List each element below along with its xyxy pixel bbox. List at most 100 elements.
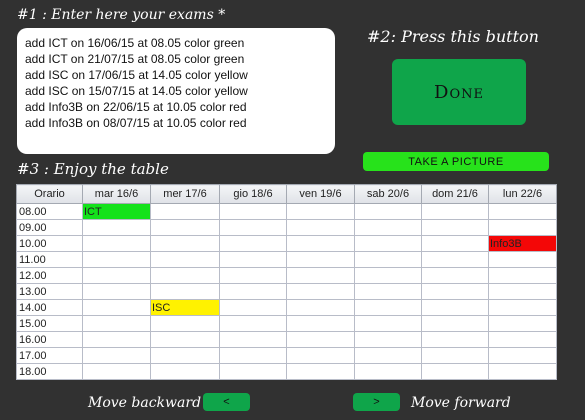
table-cell[interactable] [286, 283, 355, 300]
time-cell[interactable]: 08.00 [16, 203, 83, 220]
table-cell[interactable] [150, 363, 220, 380]
table-cell[interactable] [150, 267, 220, 284]
table-cell[interactable] [488, 363, 557, 380]
time-cell[interactable]: 17.00 [16, 347, 83, 364]
table-cell[interactable] [421, 251, 489, 268]
table-cell[interactable] [150, 219, 220, 236]
table-cell[interactable] [219, 299, 287, 316]
column-header-day[interactable]: sab 20/6 [354, 184, 422, 204]
table-cell[interactable] [219, 315, 287, 332]
done-button[interactable]: Done [392, 59, 526, 125]
table-cell[interactable] [421, 219, 489, 236]
table-cell[interactable] [286, 235, 355, 252]
table-cell[interactable] [488, 331, 557, 348]
table-cell[interactable] [354, 203, 422, 220]
table-cell[interactable] [354, 235, 422, 252]
table-cell[interactable] [488, 283, 557, 300]
exam-input[interactable]: add ICT on 16/06/15 at 08.05 color green… [17, 28, 335, 154]
table-cell[interactable] [219, 347, 287, 364]
table-cell[interactable] [488, 203, 557, 220]
column-header-time[interactable]: Orario [16, 184, 83, 204]
time-cell[interactable]: 15.00 [16, 315, 83, 332]
table-cell[interactable] [354, 363, 422, 380]
exam-event-cell[interactable]: ISC [150, 299, 220, 316]
table-cell[interactable] [150, 331, 220, 348]
table-cell[interactable] [286, 267, 355, 284]
table-cell[interactable] [354, 347, 422, 364]
time-cell[interactable]: 18.00 [16, 363, 83, 380]
table-cell[interactable] [150, 203, 220, 220]
table-cell[interactable] [421, 331, 489, 348]
table-cell[interactable] [286, 251, 355, 268]
table-cell[interactable] [219, 267, 287, 284]
time-cell[interactable]: 13.00 [16, 283, 83, 300]
table-cell[interactable] [488, 299, 557, 316]
table-cell[interactable] [286, 203, 355, 220]
column-header-day[interactable]: ven 19/6 [286, 184, 355, 204]
table-cell[interactable] [82, 331, 151, 348]
time-cell[interactable]: 11.00 [16, 251, 83, 268]
column-header-day[interactable]: gio 18/6 [219, 184, 287, 204]
table-cell[interactable] [354, 267, 422, 284]
table-cell[interactable] [286, 363, 355, 380]
table-cell[interactable] [150, 347, 220, 364]
table-cell[interactable] [354, 299, 422, 316]
time-cell[interactable]: 16.00 [16, 331, 83, 348]
column-header-day[interactable]: dom 21/6 [421, 184, 489, 204]
time-cell[interactable]: 09.00 [16, 219, 83, 236]
table-cell[interactable] [286, 347, 355, 364]
table-cell[interactable] [421, 267, 489, 284]
table-cell[interactable] [82, 219, 151, 236]
table-cell[interactable] [82, 283, 151, 300]
table-cell[interactable] [286, 331, 355, 348]
table-cell[interactable] [421, 299, 489, 316]
table-cell[interactable] [82, 299, 151, 316]
table-cell[interactable] [219, 203, 287, 220]
table-cell[interactable] [421, 363, 489, 380]
table-cell[interactable] [488, 219, 557, 236]
table-cell[interactable] [488, 251, 557, 268]
time-cell[interactable]: 10.00 [16, 235, 83, 252]
column-header-day[interactable]: mer 17/6 [150, 184, 220, 204]
table-cell[interactable] [219, 363, 287, 380]
table-cell[interactable] [286, 299, 355, 316]
column-header-day[interactable]: lun 22/6 [488, 184, 557, 204]
table-cell[interactable] [488, 267, 557, 284]
table-cell[interactable] [82, 315, 151, 332]
table-cell[interactable] [421, 283, 489, 300]
table-cell[interactable] [488, 315, 557, 332]
table-cell[interactable] [354, 251, 422, 268]
table-cell[interactable] [219, 283, 287, 300]
table-cell[interactable] [219, 331, 287, 348]
table-cell[interactable] [421, 203, 489, 220]
take-picture-button[interactable]: TAKE A PICTURE [363, 152, 549, 171]
table-cell[interactable] [82, 363, 151, 380]
table-cell[interactable] [82, 235, 151, 252]
table-cell[interactable] [488, 347, 557, 364]
table-cell[interactable] [150, 315, 220, 332]
table-cell[interactable] [286, 315, 355, 332]
move-backward-button[interactable]: < [203, 393, 250, 411]
table-cell[interactable] [354, 315, 422, 332]
table-cell[interactable] [421, 315, 489, 332]
exam-event-cell[interactable]: ICT [82, 203, 151, 220]
table-cell[interactable] [219, 235, 287, 252]
move-forward-button[interactable]: > [353, 393, 400, 411]
table-cell[interactable] [82, 251, 151, 268]
table-cell[interactable] [219, 219, 287, 236]
table-cell[interactable] [354, 219, 422, 236]
time-cell[interactable]: 14.00 [16, 299, 83, 316]
time-cell[interactable]: 12.00 [16, 267, 83, 284]
table-cell[interactable] [150, 251, 220, 268]
table-cell[interactable] [219, 251, 287, 268]
table-cell[interactable] [150, 235, 220, 252]
table-cell[interactable] [421, 347, 489, 364]
table-cell[interactable] [354, 331, 422, 348]
table-cell[interactable] [286, 219, 355, 236]
table-cell[interactable] [421, 235, 489, 252]
column-header-day[interactable]: mar 16/6 [82, 184, 151, 204]
table-cell[interactable] [354, 283, 422, 300]
table-cell[interactable] [150, 283, 220, 300]
exam-event-cell[interactable]: Info3B [488, 235, 557, 252]
table-cell[interactable] [82, 267, 151, 284]
